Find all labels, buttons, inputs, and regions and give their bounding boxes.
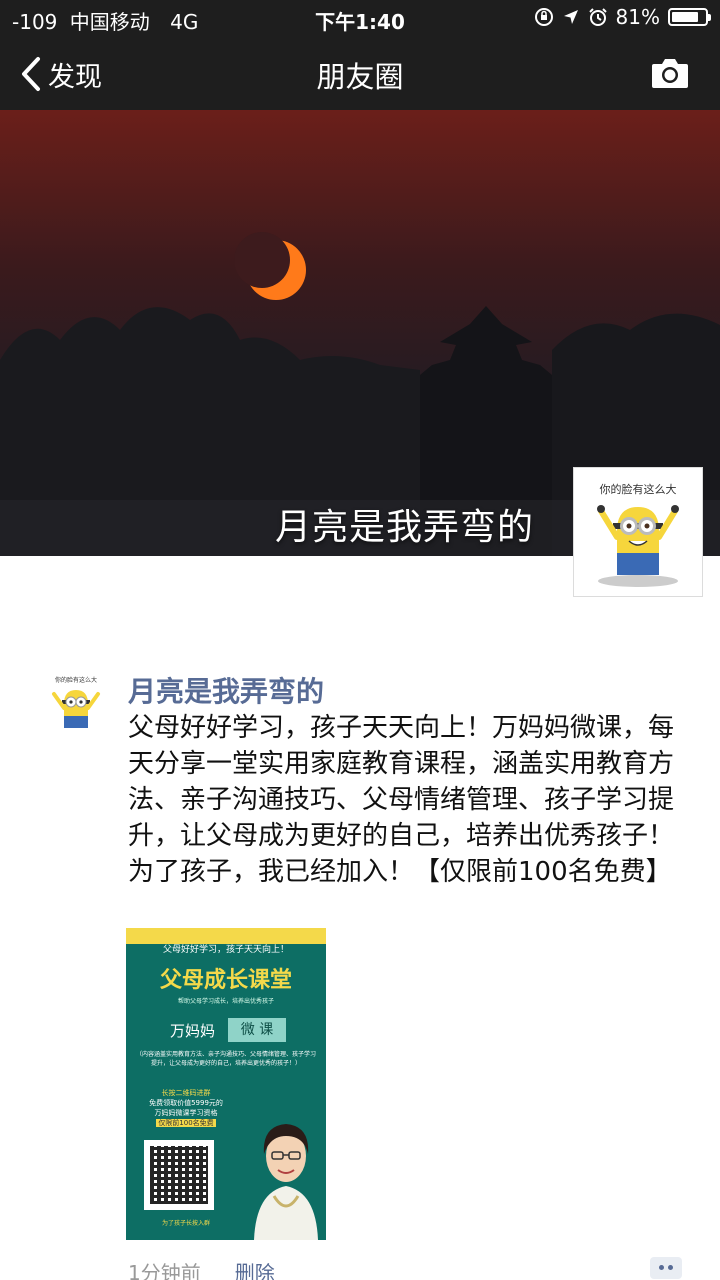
rotation-lock-icon xyxy=(534,8,553,26)
poster-description: （内容涵盖实用教育方法、亲子沟通技巧、父母情绪管理、孩子学习提升，让父母成为更好… xyxy=(135,1051,316,1067)
delete-button[interactable]: 删除 xyxy=(235,1261,275,1280)
poster-cta-line2: 免费领取价值5999元的 xyxy=(149,1099,223,1107)
qr-code-pattern xyxy=(150,1146,208,1204)
location-icon xyxy=(563,10,578,24)
post-author-avatar[interactable]: 你的脸有这么大 xyxy=(44,670,108,734)
poster-cta-line3: 万妈妈微课学习资格 xyxy=(154,1109,218,1117)
status-right: 81% xyxy=(534,5,711,29)
poster-cta-line4: 仅限前100名免费 xyxy=(156,1119,216,1127)
svg-text:你的脸有这么大: 你的脸有这么大 xyxy=(55,676,97,684)
profile-avatar[interactable]: 你的脸有这么大 xyxy=(573,467,703,597)
cover-username: 月亮是我弄弯的 xyxy=(274,507,534,548)
post-text: 父母好好学习，孩子天天向上！万妈妈微课，每天分享一堂实用家庭教育课程，涵盖实用教… xyxy=(128,713,675,887)
post-poster-image[interactable]: 父母好好学习，孩子天天向上！ 父母成长课堂 帮助父母学习成长，培养出优秀孩子 万… xyxy=(126,928,326,1240)
poster-badge: 微 课 xyxy=(228,1018,286,1042)
qr-code-icon xyxy=(144,1140,214,1210)
poster-subtitle: 帮助父母学习成长，培养出优秀孩子 xyxy=(177,998,274,1005)
alarm-icon xyxy=(588,8,607,26)
status-bar: -109 中国移动 4G 下午1:40 81% xyxy=(0,0,720,36)
nav-bar: 发现 朋友圈 xyxy=(0,36,720,110)
page-title: 朋友圈 xyxy=(316,60,404,94)
post-time: 1分钟前 xyxy=(128,1261,201,1280)
battery-fill xyxy=(672,12,698,22)
poster-bottom-text: 为了孩子长按入群 xyxy=(161,1220,210,1227)
battery-percent: 81% xyxy=(615,5,660,29)
poster-slogan: 父母好好学习，孩子天天向上！ xyxy=(162,945,289,955)
avatar-caption: 你的脸有这么大 xyxy=(600,482,677,496)
poster-title: 父母成长课堂 xyxy=(159,968,292,993)
presenter-portrait-image xyxy=(254,1124,318,1240)
battery-icon xyxy=(668,8,711,26)
post-meta: 1分钟前 删除 xyxy=(128,1257,275,1280)
minion-avatar-image: 你的脸有这么大 xyxy=(577,471,699,593)
poster-cta-line1: 长按二维码进群 xyxy=(161,1089,211,1097)
camera-icon[interactable] xyxy=(650,56,690,90)
poster-cta: 长按二维码进群 免费领取价值5999元的 万妈妈微课学习资格 仅限前100名免费 xyxy=(140,1088,232,1128)
comment-icon[interactable] xyxy=(650,1257,682,1279)
poster-brand: 万妈妈 xyxy=(170,1022,216,1040)
post-author-name[interactable]: 月亮是我弄弯的 xyxy=(128,670,324,710)
